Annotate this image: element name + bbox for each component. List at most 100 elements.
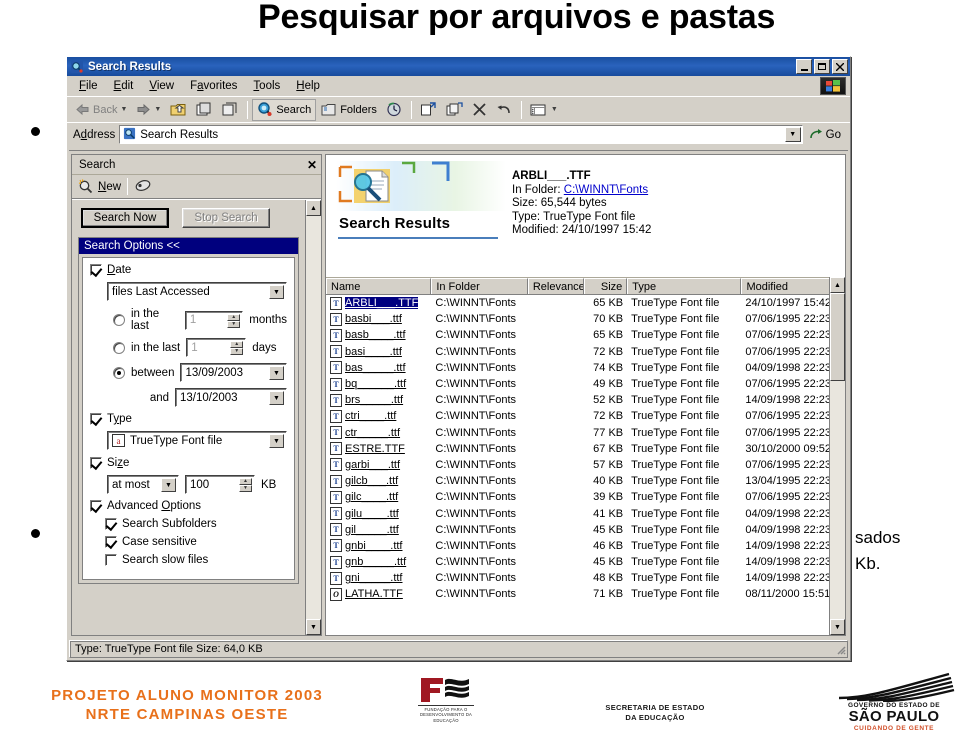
menu-view[interactable]: View bbox=[142, 78, 181, 94]
cell-name[interactable]: Tgilcb___.ttf bbox=[326, 474, 431, 488]
column-header-relevance[interactable]: Relevance bbox=[527, 278, 584, 294]
search-slow-files-row[interactable]: Search slow files bbox=[105, 554, 287, 566]
address-input[interactable]: Search Results ▼ bbox=[119, 125, 803, 144]
chevron-down-icon[interactable]: ▼ bbox=[269, 391, 284, 405]
views-dropdown-icon[interactable]: ▼ bbox=[551, 106, 558, 113]
type-checkbox[interactable] bbox=[90, 413, 102, 425]
advanced-options-checkbox[interactable] bbox=[90, 500, 102, 512]
scroll-track[interactable] bbox=[306, 216, 321, 619]
table-row[interactable]: O LATHA.TTF C:\WINNT\Fonts 71 KB TrueType Fo… bbox=[326, 586, 845, 602]
search-slow-files-checkbox[interactable] bbox=[105, 554, 117, 566]
cell-name[interactable]: Tgilu____.ttf bbox=[326, 507, 431, 521]
search-subfolders-row[interactable]: Search Subfolders bbox=[105, 518, 287, 530]
go-button[interactable]: Go bbox=[807, 128, 847, 141]
menu-help[interactable]: Help bbox=[289, 78, 327, 94]
table-row[interactable]: Tgilcb___.ttf C:\WINNT\Fonts 40 KB TrueType… bbox=[326, 473, 845, 489]
table-row[interactable]: Tbrs_____.ttf C:\WINNT\Fonts 52 KB TrueType… bbox=[326, 392, 845, 408]
copy-button[interactable] bbox=[442, 99, 467, 121]
minimize-button[interactable] bbox=[796, 59, 812, 74]
table-row[interactable]: Tgnb_____.ttf C:\WINNT\Fonts 45 KB TrueType… bbox=[326, 554, 845, 570]
days-spinner-arrows[interactable]: ▲ ▼ bbox=[230, 341, 244, 355]
chevron-down-icon[interactable]: ▼ bbox=[269, 285, 284, 299]
cell-name[interactable]: Tgnb_____.ttf bbox=[326, 555, 431, 569]
and-date-select[interactable]: 13/10/2003 ▼ bbox=[175, 388, 287, 407]
cell-name[interactable]: Tgarbi___.ttf bbox=[326, 458, 431, 472]
scroll-up-button[interactable]: ▲ bbox=[306, 200, 321, 216]
column-header-type[interactable]: Type bbox=[627, 278, 742, 294]
results-scroll-thumb[interactable] bbox=[830, 293, 845, 381]
back-dropdown-icon[interactable]: ▼ bbox=[120, 106, 127, 113]
table-row[interactable]: Tgilc____.ttf C:\WINNT\Fonts 39 KB TrueType… bbox=[326, 489, 845, 505]
cell-name[interactable]: Tbasb____.ttf bbox=[326, 328, 431, 342]
cell-name[interactable]: O LATHA.TTF bbox=[326, 587, 431, 601]
results-scroll-down-button[interactable]: ▼ bbox=[830, 619, 845, 635]
cell-name[interactable]: T ESTRE.TTF bbox=[326, 442, 431, 456]
menu-file[interactable]: File bbox=[72, 78, 105, 94]
column-header-in-folder[interactable]: In Folder bbox=[431, 278, 528, 294]
in-last-months-radio[interactable] bbox=[113, 314, 125, 326]
results-scroll-track[interactable] bbox=[830, 293, 845, 619]
table-row[interactable]: Tbasi____.ttf C:\WINNT\Fonts 72 KB TrueType… bbox=[326, 344, 845, 360]
table-row[interactable]: Tbasbi___.ttf C:\WINNT\Fonts 70 KB TrueType… bbox=[326, 311, 845, 327]
months-spinner[interactable]: 1 ▲ ▼ bbox=[184, 310, 244, 330]
in-last-days-radio[interactable] bbox=[113, 341, 125, 354]
close-button[interactable] bbox=[832, 59, 848, 74]
table-row[interactable]: Tctr_____.ttf C:\WINNT\Fonts 77 KB TrueType… bbox=[326, 425, 845, 441]
folders-button[interactable]: Folders bbox=[317, 99, 381, 121]
months-spinner-arrows[interactable]: ▲ ▼ bbox=[227, 313, 241, 328]
search-subfolders-checkbox[interactable] bbox=[105, 518, 117, 530]
address-dropdown-icon[interactable]: ▼ bbox=[784, 127, 801, 142]
menu-tools[interactable]: Tools bbox=[246, 78, 287, 94]
table-row[interactable]: Tgilu____.ttf C:\WINNT\Fonts 41 KB TrueType… bbox=[326, 505, 845, 521]
chevron-down-icon[interactable]: ▼ bbox=[269, 434, 284, 448]
new-search-button[interactable]: New bbox=[78, 179, 121, 194]
detail-in-folder-link[interactable]: C:\WINNT\Fonts bbox=[564, 184, 648, 196]
cell-name[interactable]: Tbasi____.ttf bbox=[326, 345, 431, 359]
close-icon[interactable]: ✕ bbox=[307, 158, 317, 172]
date-checkbox-row[interactable]: Date bbox=[90, 264, 287, 276]
cell-name[interactable]: Tbasbi___.ttf bbox=[326, 312, 431, 326]
chevron-down-icon[interactable]: ▼ bbox=[161, 478, 176, 492]
window-titlebar[interactable]: Search Results bbox=[67, 57, 850, 76]
menu-edit[interactable]: Edit bbox=[107, 78, 141, 94]
back-button[interactable]: Back ▼ bbox=[71, 99, 131, 121]
cell-name[interactable]: Tbas_____.ttf bbox=[326, 361, 431, 375]
type-checkbox-row[interactable]: Type bbox=[90, 413, 287, 425]
move-to-button[interactable] bbox=[192, 99, 217, 121]
results-scrollbar[interactable]: ▲ ▼ bbox=[829, 277, 845, 635]
cell-name[interactable]: Tgil_____.ttf bbox=[326, 523, 431, 537]
table-row[interactable]: Tgarbi___.ttf C:\WINNT\Fonts 57 KB TrueType… bbox=[326, 457, 845, 473]
cell-name[interactable]: Tgilc____.ttf bbox=[326, 490, 431, 504]
column-header-name[interactable]: Name bbox=[326, 278, 432, 294]
table-row[interactable]: Tctri____.ttf C:\WINNT\Fonts 72 KB TrueType… bbox=[326, 408, 845, 424]
undo-button[interactable] bbox=[492, 99, 517, 121]
search-button[interactable]: Search bbox=[252, 98, 317, 121]
maximize-button[interactable] bbox=[814, 59, 830, 74]
case-sensitive-checkbox[interactable] bbox=[105, 536, 117, 548]
search-options-header[interactable]: Search Options << bbox=[79, 238, 298, 254]
cell-name[interactable]: Tctri____.ttf bbox=[326, 409, 431, 423]
table-row[interactable]: T ARBLI___.TTF C:\WINNT\Fonts 65 KB TrueType… bbox=[326, 295, 845, 311]
up-button[interactable] bbox=[166, 99, 191, 121]
chevron-down-icon[interactable]: ▼ bbox=[269, 366, 284, 380]
size-spinner-arrows[interactable]: ▲ ▼ bbox=[239, 478, 252, 492]
move-button[interactable] bbox=[416, 99, 441, 121]
stop-search-button[interactable]: Stop Search bbox=[182, 208, 270, 228]
table-row[interactable]: Tgil_____.ttf C:\WINNT\Fonts 45 KB TrueType… bbox=[326, 522, 845, 538]
table-row[interactable]: Tbq______.ttf C:\WINNT\Fonts 49 KB TrueType… bbox=[326, 376, 845, 392]
between-date-select[interactable]: 13/09/2003 ▼ bbox=[180, 363, 287, 382]
cell-name[interactable]: Tbq______.ttf bbox=[326, 377, 431, 391]
history-button[interactable] bbox=[382, 99, 407, 121]
size-operator-select[interactable]: at most ▼ bbox=[107, 475, 179, 494]
advanced-options-row[interactable]: Advanced Options bbox=[90, 500, 287, 512]
cell-name[interactable]: Tbrs_____.ttf bbox=[326, 393, 431, 407]
size-checkbox-row[interactable]: Size bbox=[90, 457, 287, 469]
between-radio[interactable] bbox=[113, 366, 125, 379]
cell-name[interactable]: Tgni_____.ttf bbox=[326, 571, 431, 585]
table-row[interactable]: T ESTRE.TTF C:\WINNT\Fonts 67 KB TrueType Fo… bbox=[326, 441, 845, 457]
menu-favorites[interactable]: Favorites bbox=[183, 78, 244, 94]
results-scroll-up-button[interactable]: ▲ bbox=[830, 277, 845, 293]
date-checkbox[interactable] bbox=[90, 264, 102, 276]
days-spinner[interactable]: 1 ▲ ▼ bbox=[186, 338, 247, 357]
table-row[interactable]: Tgni_____.ttf C:\WINNT\Fonts 48 KB TrueType… bbox=[326, 570, 845, 586]
